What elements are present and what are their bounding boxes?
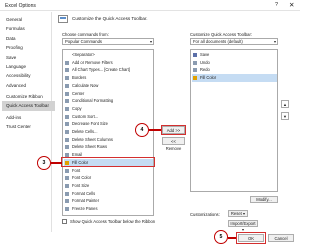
list-item[interactable]: All Chart Types... [Create Chart] (64, 66, 153, 74)
nav-item-customize-ribbon[interactable]: Customize Ribbon (2, 92, 55, 101)
nav-item-data[interactable]: Data (2, 34, 55, 43)
window-title: Excel Options (5, 3, 36, 9)
nav-item-formulas[interactable]: Formulas (2, 24, 55, 33)
sort-icon (65, 114, 69, 119)
list-item[interactable]: Format Cells (64, 190, 153, 198)
calculate-icon (65, 83, 69, 88)
borders-icon (65, 76, 69, 81)
freeze-panes-icon (65, 207, 69, 211)
callout-3: 3 (37, 156, 51, 170)
customize-qat-combo[interactable]: For all documents (default) ▾ (190, 38, 278, 45)
list-item[interactable]: Custom Sort... (64, 113, 153, 121)
chart-icon (65, 68, 69, 73)
nav-item-general[interactable]: General (2, 15, 55, 24)
toolbar-icon (58, 15, 68, 23)
nav-item-proofing[interactable]: Proofing (2, 43, 55, 52)
list-item[interactable]: Borders (64, 74, 153, 82)
help-button[interactable]: ? (275, 2, 278, 8)
nav-item-trust-center[interactable]: Trust Center (2, 122, 55, 131)
list-item[interactable]: Freeze Panes (64, 205, 153, 213)
delete-rows-icon (65, 145, 69, 150)
delete-columns-icon (65, 137, 69, 142)
move-down-button[interactable]: ▼ (281, 112, 289, 120)
list-item[interactable]: Undo (192, 59, 277, 67)
show-below-ribbon-checkbox[interactable] (62, 219, 67, 224)
save-icon (193, 53, 197, 57)
customizations-label: Customizations: (190, 212, 220, 217)
redo-icon (193, 68, 197, 73)
conditional-format-icon (65, 99, 69, 104)
font-size-icon (65, 183, 69, 188)
callout-4: 4 (135, 123, 149, 137)
nav-item-quick-access-toolbar[interactable]: Quick Access Toolbar (2, 101, 55, 111)
list-item-fill-color[interactable]: Fill Color (192, 74, 277, 82)
font-color-icon (65, 176, 69, 181)
list-item[interactable]: <Separator> (64, 51, 153, 59)
list-item[interactable]: Redo (192, 66, 277, 74)
list-item[interactable]: Add or Remove Filters (64, 59, 153, 67)
reset-button[interactable]: Reset ▾ (228, 210, 248, 217)
list-item[interactable]: Calculate Now (64, 82, 153, 90)
nav-item-advanced[interactable]: Advanced (2, 81, 55, 90)
toolbar-list[interactable]: Save Undo Redo Fill Color (190, 49, 278, 192)
import-export-button[interactable]: Import/Export ▾ (228, 220, 258, 232)
choose-commands-value: Popular Commands (65, 39, 103, 44)
close-button[interactable]: ✕ (289, 1, 294, 9)
highlight-box-ok (236, 232, 266, 244)
customize-qat-value: For all documents (default) (193, 39, 243, 44)
highlight-box-left (61, 157, 155, 167)
modify-button[interactable]: Modify... (250, 196, 278, 203)
undo-icon (193, 60, 197, 65)
callout-4-line (149, 129, 161, 131)
font-icon (65, 168, 69, 173)
nav-item-add-ins[interactable]: Add-ins (2, 113, 55, 122)
move-up-button[interactable]: ▲ (281, 100, 289, 108)
nav-item-accessibility[interactable]: Accessibility (2, 71, 55, 80)
list-item[interactable]: Font Size (64, 182, 153, 190)
list-item[interactable]: Font Color (64, 174, 153, 182)
cancel-button[interactable]: Cancel (268, 234, 294, 242)
nav-item-save[interactable]: Save (2, 53, 55, 62)
highlight-box-add (161, 125, 186, 135)
delete-cells-icon (65, 130, 69, 134)
list-item[interactable]: Save (192, 51, 277, 59)
list-item[interactable]: Copy (64, 105, 153, 113)
filter-icon (65, 60, 69, 65)
list-item[interactable]: Conditional Formatting (64, 97, 153, 105)
choose-commands-label: Choose commands from: (62, 32, 109, 37)
format-cells-icon (65, 191, 69, 196)
show-below-ribbon-label: Show Quick Access Toolbar below the Ribb… (70, 219, 156, 224)
customize-qat-label: Customize Quick Access Toolbar: (190, 32, 253, 37)
nav-item-language[interactable]: Language (2, 62, 55, 71)
list-item[interactable]: Delete Sheet Rows (64, 143, 153, 151)
chevron-down-icon: ▾ (273, 39, 276, 44)
copy-icon (65, 106, 69, 111)
remove-button[interactable]: << Remove (162, 137, 185, 151)
options-nav: General Formulas Data Proofing Save Lang… (2, 12, 55, 232)
format-painter-icon (65, 199, 69, 204)
callout-5: 5 (214, 230, 228, 244)
choose-commands-combo[interactable]: Popular Commands ▾ (62, 38, 154, 45)
fill-color-icon (193, 76, 197, 81)
decrease-font-icon (65, 122, 69, 127)
list-item[interactable]: Center (64, 90, 153, 98)
list-item[interactable]: Font (64, 167, 153, 175)
center-icon (65, 91, 69, 96)
list-item[interactable]: Format Painter (64, 197, 153, 205)
chevron-down-icon: ▾ (149, 39, 152, 44)
callout-5-line (228, 237, 236, 239)
title-bar: Excel Options ? ✕ (0, 0, 300, 11)
callout-3-line (51, 162, 62, 164)
page-heading: Customize the Quick Access Toolbar. (72, 16, 148, 21)
